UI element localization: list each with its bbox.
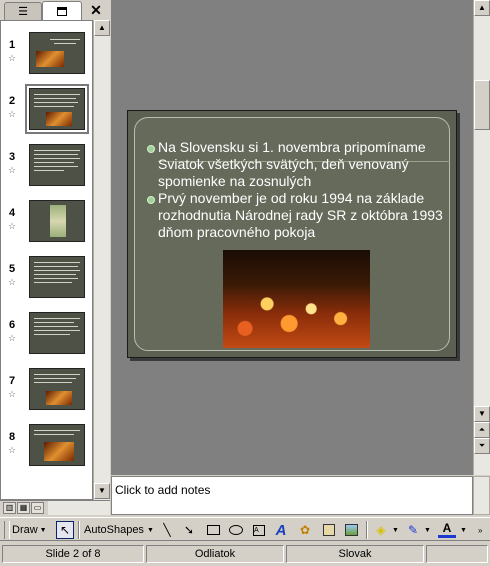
status-language: Slovak xyxy=(286,545,424,563)
slide-preview xyxy=(29,368,85,410)
diagram-icon[interactable]: ✿ xyxy=(296,521,314,539)
notes-pane[interactable]: Click to add notes xyxy=(111,476,473,515)
chevron-down-icon[interactable]: ▼ xyxy=(424,521,431,539)
scroll-up-arrow-icon[interactable]: ▲ xyxy=(94,20,110,36)
slide-sorter-view-icon[interactable]: ▦ xyxy=(17,502,30,514)
textbox-icon[interactable]: A xyxy=(250,521,268,539)
status-empty xyxy=(426,545,488,563)
slide-preview xyxy=(29,424,85,466)
line-color-icon[interactable]: ✎ xyxy=(404,521,422,539)
status-slide-info: Slide 2 of 8 xyxy=(2,545,144,563)
next-slide-icon[interactable]: ⏷ xyxy=(474,438,490,454)
wordart-icon[interactable]: A xyxy=(272,521,290,539)
outline-tab[interactable]: ☰ xyxy=(4,2,42,20)
slide-transition-icon: ☆ xyxy=(8,277,17,287)
chevron-down-icon[interactable]: ▼ xyxy=(392,521,399,539)
toolbar-grip[interactable] xyxy=(4,521,10,539)
slide-bullet-2: Prvý november je od roku 1994 na základe… xyxy=(146,190,446,241)
pane-tab-bar: ☰ ✕ xyxy=(0,0,110,21)
slide-number: 6 xyxy=(9,319,16,331)
line-icon[interactable]: ╲ xyxy=(158,521,176,539)
outline-icon: ☰ xyxy=(18,6,28,18)
status-design-name: Odliatok xyxy=(146,545,284,563)
slide-transition-icon: ☆ xyxy=(8,53,17,63)
editor-scrollbar[interactable]: ▲ ▼ ⏶ ⏷ xyxy=(473,0,490,475)
status-bar: Slide 2 of 8 Odliatok Slovak xyxy=(0,542,490,566)
slide-preview xyxy=(29,256,85,298)
chevron-down-icon: ▼ xyxy=(39,526,47,534)
arrow-icon[interactable]: ➘ xyxy=(180,521,198,539)
slide-transition-icon: ☆ xyxy=(8,109,17,119)
slide-thumbnail-1[interactable]: 1 ☆ xyxy=(1,25,92,81)
toolbar-options-icon[interactable]: » xyxy=(478,521,482,539)
slide-number: 8 xyxy=(9,431,16,443)
current-slide[interactable]: Na Slovensku si 1. novembra pripomíname … xyxy=(127,110,457,358)
rectangle-icon[interactable] xyxy=(204,521,222,539)
slide-thumbnail-8[interactable]: 8 ☆ xyxy=(1,417,92,473)
autoshapes-label: AutoShapes xyxy=(84,524,144,536)
slide-preview xyxy=(29,200,85,242)
slide-transition-icon: ☆ xyxy=(8,445,17,455)
thumbnails-scrollbar[interactable]: ▲ ▼ xyxy=(93,20,110,500)
slide-number: 4 xyxy=(9,207,16,219)
scroll-down-arrow-icon[interactable]: ▼ xyxy=(94,483,110,499)
slide-preview xyxy=(29,144,85,186)
slides-icon xyxy=(57,7,67,16)
chevron-down-icon[interactable]: ▼ xyxy=(460,521,467,539)
scroll-up-arrow-icon[interactable]: ▲ xyxy=(474,0,490,16)
slide-number: 5 xyxy=(9,263,16,275)
draw-menu-button[interactable]: Draw ▼ xyxy=(12,521,47,539)
draw-label: Draw xyxy=(12,524,38,536)
notes-scrollbar[interactable] xyxy=(473,476,490,515)
slide-preview xyxy=(29,32,85,74)
picture-icon[interactable] xyxy=(342,521,360,539)
oval-icon[interactable] xyxy=(227,521,245,539)
slide-transition-icon: ☆ xyxy=(8,333,17,343)
slide-editor-area: Na Slovensku si 1. novembra pripomíname … xyxy=(111,0,490,475)
drawing-toolbar: Draw ▼ ↖ AutoShapes ▼ ╲ ➘ A A ✿ ◈ ▼ ✎ ▼ … xyxy=(0,517,490,541)
slide-preview xyxy=(25,84,89,134)
slide-preview xyxy=(29,312,85,354)
slide-text-placeholder[interactable]: Na Slovensku si 1. novembra pripomíname … xyxy=(146,139,446,241)
font-color-icon[interactable]: A xyxy=(438,521,456,538)
slide-candles-photo[interactable] xyxy=(223,250,370,348)
slide-bullet-1: Na Slovensku si 1. novembra pripomíname … xyxy=(146,139,446,190)
slide-transition-icon: ☆ xyxy=(8,165,17,175)
slide-transition-icon: ☆ xyxy=(8,221,17,231)
slides-tab[interactable] xyxy=(42,1,82,21)
scroll-down-arrow-icon[interactable]: ▼ xyxy=(474,406,490,422)
powerpoint-window: ☰ ✕ 1 ☆ 2 ☆ 3 ☆ 4 ☆ 5 ☆ 6 ☆ 7 ☆ 8 ☆ ▲ ▼ … xyxy=(0,0,490,566)
scroll-thumb[interactable] xyxy=(474,80,490,130)
normal-view-icon[interactable]: ▥ xyxy=(3,502,16,514)
slide-thumbnail-4[interactable]: 4 ☆ xyxy=(1,193,92,249)
pane-horizontal-scrollbar[interactable] xyxy=(48,501,110,515)
slide-thumbnails-list: 1 ☆ 2 ☆ 3 ☆ 4 ☆ 5 ☆ 6 ☆ 7 ☆ 8 ☆ xyxy=(0,20,93,500)
slide-number: 1 xyxy=(9,39,16,51)
notes-placeholder: Click to add notes xyxy=(115,483,211,497)
slide-thumbnail-2[interactable]: 2 ☆ xyxy=(1,81,92,137)
previous-slide-icon[interactable]: ⏶ xyxy=(474,422,490,438)
slide-number: 2 xyxy=(9,95,16,107)
slides-outline-pane: ☰ ✕ 1 ☆ 2 ☆ 3 ☆ 4 ☆ 5 ☆ 6 ☆ 7 ☆ 8 ☆ ▲ ▼ xyxy=(0,0,110,500)
clipart-icon[interactable] xyxy=(320,521,338,539)
slide-number: 7 xyxy=(9,375,16,387)
chevron-down-icon: ▼ xyxy=(146,526,154,534)
slide-thumbnail-7[interactable]: 7 ☆ xyxy=(1,361,92,417)
select-pointer-icon[interactable]: ↖ xyxy=(56,521,74,539)
slide-number: 3 xyxy=(9,151,16,163)
slide-thumbnail-6[interactable]: 6 ☆ xyxy=(1,305,92,361)
slide-transition-icon: ☆ xyxy=(8,389,17,399)
slideshow-view-icon[interactable]: ▭ xyxy=(31,502,44,514)
slide-thumbnail-5[interactable]: 5 ☆ xyxy=(1,249,92,305)
slide-thumbnail-3[interactable]: 3 ☆ xyxy=(1,137,92,193)
autoshapes-menu-button[interactable]: AutoShapes ▼ xyxy=(84,521,154,539)
fill-color-icon[interactable]: ◈ xyxy=(372,521,390,539)
close-pane-button[interactable]: ✕ xyxy=(88,2,104,18)
